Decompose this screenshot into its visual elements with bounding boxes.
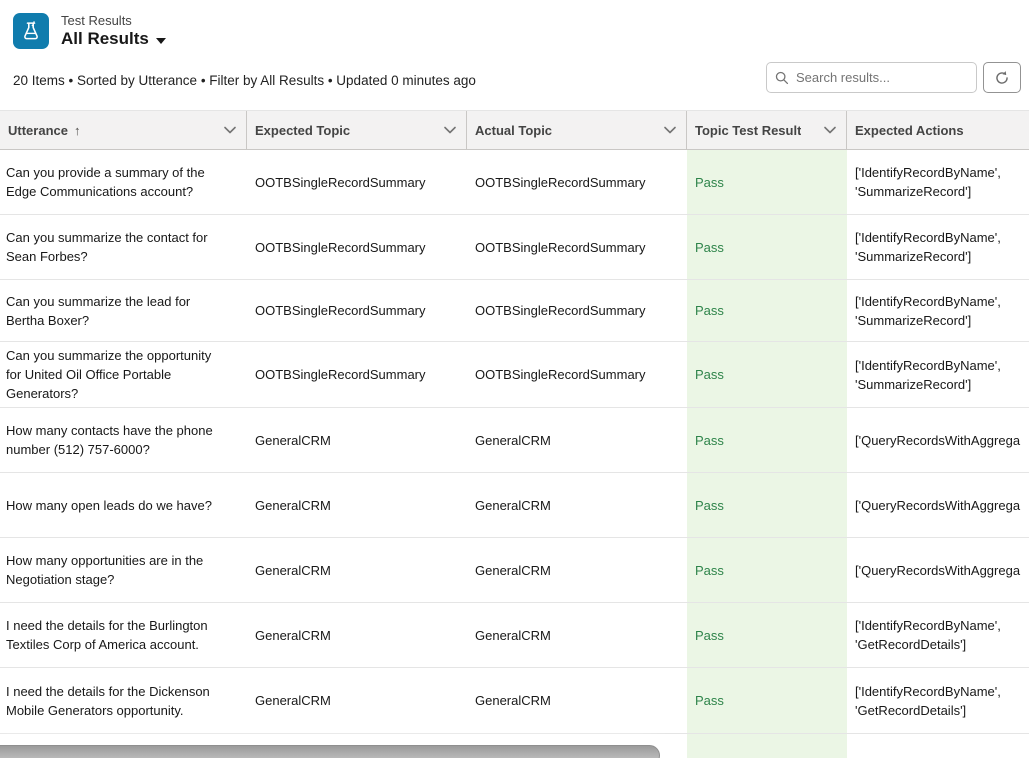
expected-actions-cell: ['QueryRecordsWithAggrega xyxy=(847,538,1029,602)
list-toolbar: 20 Items • Sorted by Utterance • Filter … xyxy=(0,62,1029,110)
topic-test-result-cell: Pass xyxy=(687,150,847,214)
utterance-cell: Can you summarize the contact for Sean F… xyxy=(0,215,247,279)
header-titles: Test Results All Results xyxy=(61,13,166,49)
topic-test-result-cell: Pass xyxy=(687,342,847,407)
topic-test-result-cell: Pass xyxy=(687,215,847,279)
table-row: I need the details for the Burlington Te… xyxy=(0,603,1029,668)
chevron-down-icon[interactable] xyxy=(664,126,676,134)
chevron-down-icon[interactable] xyxy=(224,126,236,134)
table-row: How many contacts have the phone number … xyxy=(0,408,1029,473)
expected-topic-cell: GeneralCRM xyxy=(247,538,467,602)
chevron-down-icon[interactable] xyxy=(824,126,836,134)
topic-test-result-cell: Pass xyxy=(687,668,847,733)
actual-topic-cell: OOTBSingleRecordSummary xyxy=(467,280,687,341)
flask-icon xyxy=(13,13,49,49)
search-input[interactable] xyxy=(796,70,972,85)
utterance-cell: Can you summarize the lead for Bertha Bo… xyxy=(0,280,247,341)
list-view-selector[interactable]: All Results xyxy=(61,29,166,49)
expected-actions-cell: ['QueryRecordsWithAggrega xyxy=(847,473,1029,537)
column-header-expected-actions[interactable]: Expected Actions xyxy=(847,111,1029,149)
table-row: Can you summarize the lead for Bertha Bo… xyxy=(0,280,1029,342)
column-label: Expected Topic xyxy=(255,123,350,138)
grid-body: Can you provide a summary of the Edge Co… xyxy=(0,150,1029,758)
grid-header-row: Utterance ↑ Expected Topic Actual Topic xyxy=(0,110,1029,150)
sort-ascending-icon: ↑ xyxy=(74,123,81,138)
search-icon xyxy=(775,71,789,85)
expected-topic-cell: OOTBSingleRecordSummary xyxy=(247,342,467,407)
expected-actions-cell: ['QueryRecordsWithAggrega xyxy=(847,408,1029,472)
utterance-cell: Can you summarize the opportunity for Un… xyxy=(0,342,247,407)
column-header-expected-topic[interactable]: Expected Topic xyxy=(247,111,467,149)
actual-topic-cell: GeneralCRM xyxy=(467,408,687,472)
refresh-icon xyxy=(994,70,1010,86)
list-summary: 20 Items • Sorted by Utterance • Filter … xyxy=(13,73,476,88)
topic-test-result-cell: Pass xyxy=(687,538,847,602)
column-header-utterance[interactable]: Utterance ↑ xyxy=(0,111,247,149)
topic-test-result-cell: Pass xyxy=(687,408,847,472)
view-name: All Results xyxy=(61,29,149,49)
utterance-cell: How many contacts have the phone number … xyxy=(0,408,247,472)
expected-actions-cell: ['IdentifyRecordByName', 'GetRecordDetai… xyxy=(847,603,1029,667)
results-grid: Utterance ↑ Expected Topic Actual Topic xyxy=(0,110,1029,758)
caret-down-icon xyxy=(156,38,166,44)
actual-topic-cell: OOTBSingleRecordSummary xyxy=(467,342,687,407)
expected-actions-cell: ['IdentifyRecordByName', 'GetRecordDetai… xyxy=(847,668,1029,733)
topic-test-result-cell: Pass xyxy=(687,603,847,667)
actual-topic-cell: GeneralCRM xyxy=(467,538,687,602)
entity-label: Test Results xyxy=(61,13,166,29)
table-row: How many opportunities are in the Negoti… xyxy=(0,538,1029,603)
search-box[interactable] xyxy=(766,62,977,93)
expected-topic-cell: GeneralCRM xyxy=(247,603,467,667)
horizontal-scrollbar-thumb[interactable] xyxy=(0,745,660,758)
expected-topic-cell: GeneralCRM xyxy=(247,668,467,733)
actual-topic-cell: GeneralCRM xyxy=(467,473,687,537)
test-results-page: Test Results All Results 20 Items • Sort… xyxy=(0,0,1029,758)
chevron-down-icon[interactable] xyxy=(444,126,456,134)
expected-topic-cell: OOTBSingleRecordSummary xyxy=(247,215,467,279)
utterance-cell: How many opportunities are in the Negoti… xyxy=(0,538,247,602)
topic-test-result-cell: Pass xyxy=(687,473,847,537)
column-label: Actual Topic xyxy=(475,123,552,138)
utterance-cell: I need the details for the Burlington Te… xyxy=(0,603,247,667)
expected-actions-cell: ['IdentifyRecordByName', 'SummarizeRecor… xyxy=(847,215,1029,279)
expected-topic-cell: OOTBSingleRecordSummary xyxy=(247,280,467,341)
expected-topic-cell: GeneralCRM xyxy=(247,408,467,472)
table-row: Can you summarize the contact for Sean F… xyxy=(0,215,1029,280)
table-row: How many open leads do we have? GeneralC… xyxy=(0,473,1029,538)
expected-actions-cell: ['IdentifyRecordByName', 'SummarizeRecor… xyxy=(847,280,1029,341)
column-header-topic-test-result[interactable]: Topic Test Result xyxy=(687,111,847,149)
column-label: Utterance xyxy=(8,123,68,138)
column-label: Expected Actions xyxy=(855,123,964,138)
expected-topic-cell: GeneralCRM xyxy=(247,473,467,537)
actual-topic-cell: OOTBSingleRecordSummary xyxy=(467,150,687,214)
refresh-button[interactable] xyxy=(983,62,1021,93)
actual-topic-cell: GeneralCRM xyxy=(467,603,687,667)
table-row: Can you provide a summary of the Edge Co… xyxy=(0,150,1029,215)
utterance-cell: Can you provide a summary of the Edge Co… xyxy=(0,150,247,214)
expected-actions-cell: ['IdentifyRecordByName', 'SummarizeRecor… xyxy=(847,150,1029,214)
utterance-cell: How many open leads do we have? xyxy=(0,473,247,537)
expected-actions-cell: ['IdentifyRecordByName', 'SummarizeRecor… xyxy=(847,342,1029,407)
utterance-cell: I need the details for the Dickenson Mob… xyxy=(0,668,247,733)
column-label: Topic Test Result xyxy=(695,123,801,138)
table-row: Can you summarize the opportunity for Un… xyxy=(0,342,1029,408)
page-header: Test Results All Results xyxy=(0,0,1029,62)
topic-test-result-cell xyxy=(687,734,847,758)
actual-topic-cell: OOTBSingleRecordSummary xyxy=(467,215,687,279)
actual-topic-cell: GeneralCRM xyxy=(467,668,687,733)
column-header-actual-topic[interactable]: Actual Topic xyxy=(467,111,687,149)
expected-topic-cell: OOTBSingleRecordSummary xyxy=(247,150,467,214)
topic-test-result-cell: Pass xyxy=(687,280,847,341)
expected-actions-cell: ['IdentifyRecordByName', xyxy=(847,734,1029,758)
table-row: I need the details for the Dickenson Mob… xyxy=(0,668,1029,734)
